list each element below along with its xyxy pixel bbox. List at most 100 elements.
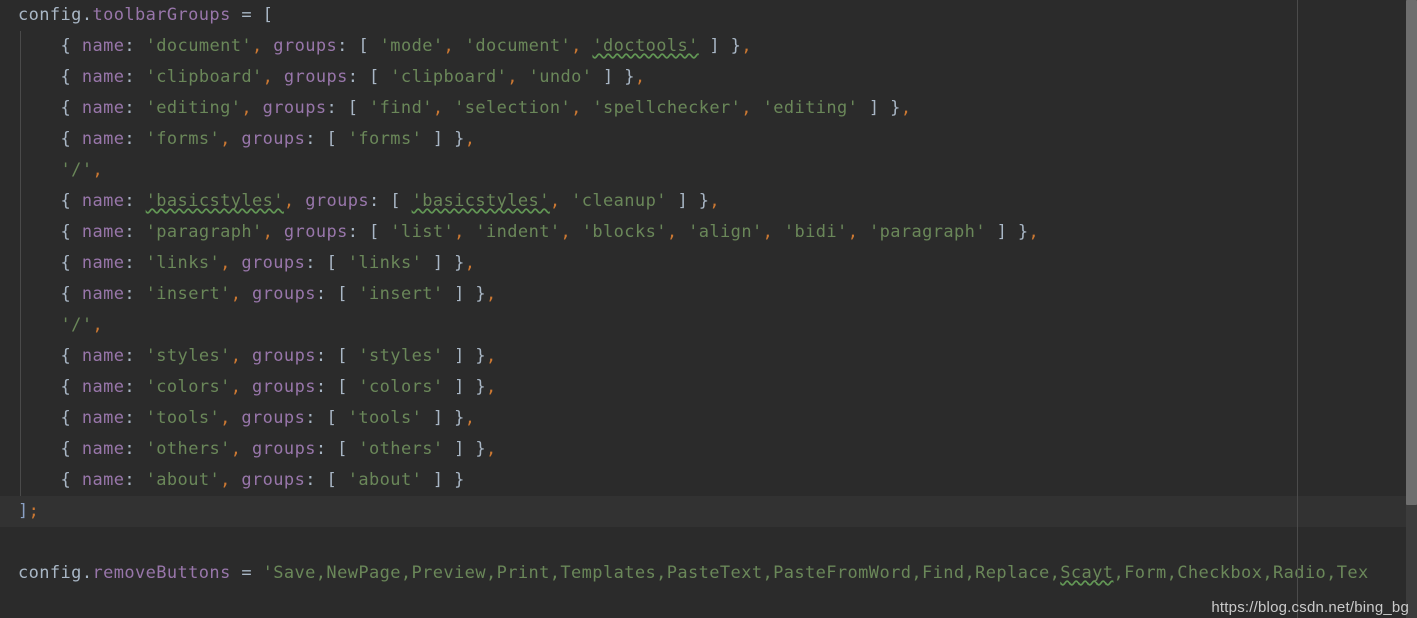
code-token: name (81, 67, 125, 87)
code-line[interactable]: { name: 'editing', groups: [ 'find', 'se… (0, 93, 1417, 124)
code-token: name (81, 129, 125, 149)
vertical-scrollbar-track[interactable] (1406, 0, 1417, 618)
code-line[interactable]: { name: 'styles', groups: [ 'styles' ] }… (0, 341, 1417, 372)
code-token: , (507, 67, 518, 87)
code-token: groups (241, 470, 306, 490)
code-token: name (81, 346, 125, 366)
code-token: 'forms' (145, 129, 221, 149)
code-token: , (454, 222, 465, 242)
code-line[interactable]: { name: 'insert', groups: [ 'insert' ] }… (0, 279, 1417, 310)
vertical-scrollbar-thumb[interactable] (1406, 0, 1417, 505)
code-line[interactable]: { name: 'about', groups: [ 'about' ] } (0, 465, 1417, 496)
code-token: : (124, 222, 146, 242)
code-token: : (315, 377, 338, 397)
code-token: 'others' (358, 439, 444, 459)
code-token: : (326, 98, 348, 118)
code-line[interactable]: { name: 'basicstyles', groups: [ 'basics… (0, 186, 1417, 217)
code-token: : (124, 470, 146, 490)
code-token: 'indent' (475, 222, 561, 242)
code-token: , (634, 67, 646, 87)
code-token: 'bidi' (783, 222, 848, 242)
right-margin-ruler (1297, 0, 1298, 618)
code-token: 'colors' (358, 377, 444, 397)
code-token: : (305, 129, 327, 149)
code-token: 'about' (347, 470, 423, 490)
code-line[interactable]: { name: 'paragraph', groups: [ 'list', '… (0, 217, 1417, 248)
code-token: { (60, 67, 82, 87)
code-token: , (1028, 222, 1040, 242)
code-line[interactable]: { name: 'links', groups: [ 'links' ] }, (0, 248, 1417, 279)
code-token: , (262, 222, 274, 242)
code-token: , (252, 36, 263, 56)
code-token: ] } (443, 284, 487, 304)
code-token: 'clipboard' (145, 67, 263, 87)
code-token: : (305, 408, 327, 428)
code-token: groups (252, 346, 316, 366)
code-line[interactable]: { name: 'tools', groups: [ 'tools' ] }, (0, 403, 1417, 434)
code-token: : (337, 36, 359, 56)
code-token: name (81, 222, 125, 242)
code-token: 'others' (145, 439, 231, 459)
code-token: 'mode' (379, 36, 444, 56)
code-token: ] } (422, 408, 465, 428)
code-line[interactable]: { name: 'forms', groups: [ 'forms' ] }, (0, 124, 1417, 155)
code-token: , (486, 284, 497, 304)
code-token: , (486, 439, 497, 459)
spellcheck-token: 'basicstyles' (145, 191, 284, 211)
code-line[interactable]: config.toolbarGroups = [ (0, 0, 1417, 31)
code-token: groups (283, 222, 348, 242)
code-token: 'editing' (145, 98, 242, 118)
code-token: 'document' (464, 36, 572, 56)
code-token: { (60, 253, 82, 273)
code-token: : (315, 439, 338, 459)
code-token: : (124, 408, 146, 428)
code-line[interactable]: config.removeButtons = 'Save,NewPage,Pre… (0, 558, 1417, 589)
code-text-area[interactable]: config.toolbarGroups = [ { name: 'docume… (0, 0, 1417, 618)
code-token: name (81, 284, 125, 304)
indent-guide (20, 341, 21, 372)
code-token: 'paragraph' (868, 222, 986, 242)
code-token: : (124, 98, 146, 118)
code-token: 'about' (145, 470, 221, 490)
code-token: ; (28, 501, 40, 521)
code-token: , (486, 377, 497, 397)
code-token: name (81, 439, 125, 459)
code-token: toolbarGroups (92, 5, 231, 25)
code-token: { (60, 222, 82, 242)
code-token: groups (262, 98, 327, 118)
code-token: , (220, 253, 231, 273)
indent-guide (20, 62, 21, 93)
code-line[interactable] (0, 527, 1417, 558)
code-line[interactable]: { name: 'clipboard', groups: [ 'clipboar… (0, 62, 1417, 93)
code-token: : (315, 346, 338, 366)
code-token: name (81, 408, 125, 428)
code-line[interactable]: { name: 'document', groups: [ 'mode', 'd… (0, 31, 1417, 62)
code-token: [ (337, 377, 359, 397)
code-token: groups (252, 439, 316, 459)
code-token: 'tools' (347, 408, 423, 428)
code-token: ] } (422, 470, 465, 490)
code-token: groups (305, 191, 370, 211)
code-editor[interactable]: config.toolbarGroups = [ { name: 'docume… (0, 0, 1417, 618)
code-token: : (124, 129, 146, 149)
indent-guide (20, 31, 21, 62)
code-line[interactable]: { name: 'colors', groups: [ 'colors' ] }… (0, 372, 1417, 403)
code-token: : (124, 439, 146, 459)
code-line[interactable]: '/', (0, 155, 1417, 186)
indent-guide (20, 124, 21, 155)
code-line[interactable]: '/', (0, 310, 1417, 341)
code-line[interactable]: ]; (0, 496, 1417, 527)
watermark-url: https://blog.csdn.net/bing_bg (1211, 599, 1409, 616)
code-token: [ (262, 5, 274, 25)
code-token: name (81, 470, 125, 490)
code-line[interactable]: { name: 'others', groups: [ 'others' ] }… (0, 434, 1417, 465)
code-token: : (315, 284, 338, 304)
